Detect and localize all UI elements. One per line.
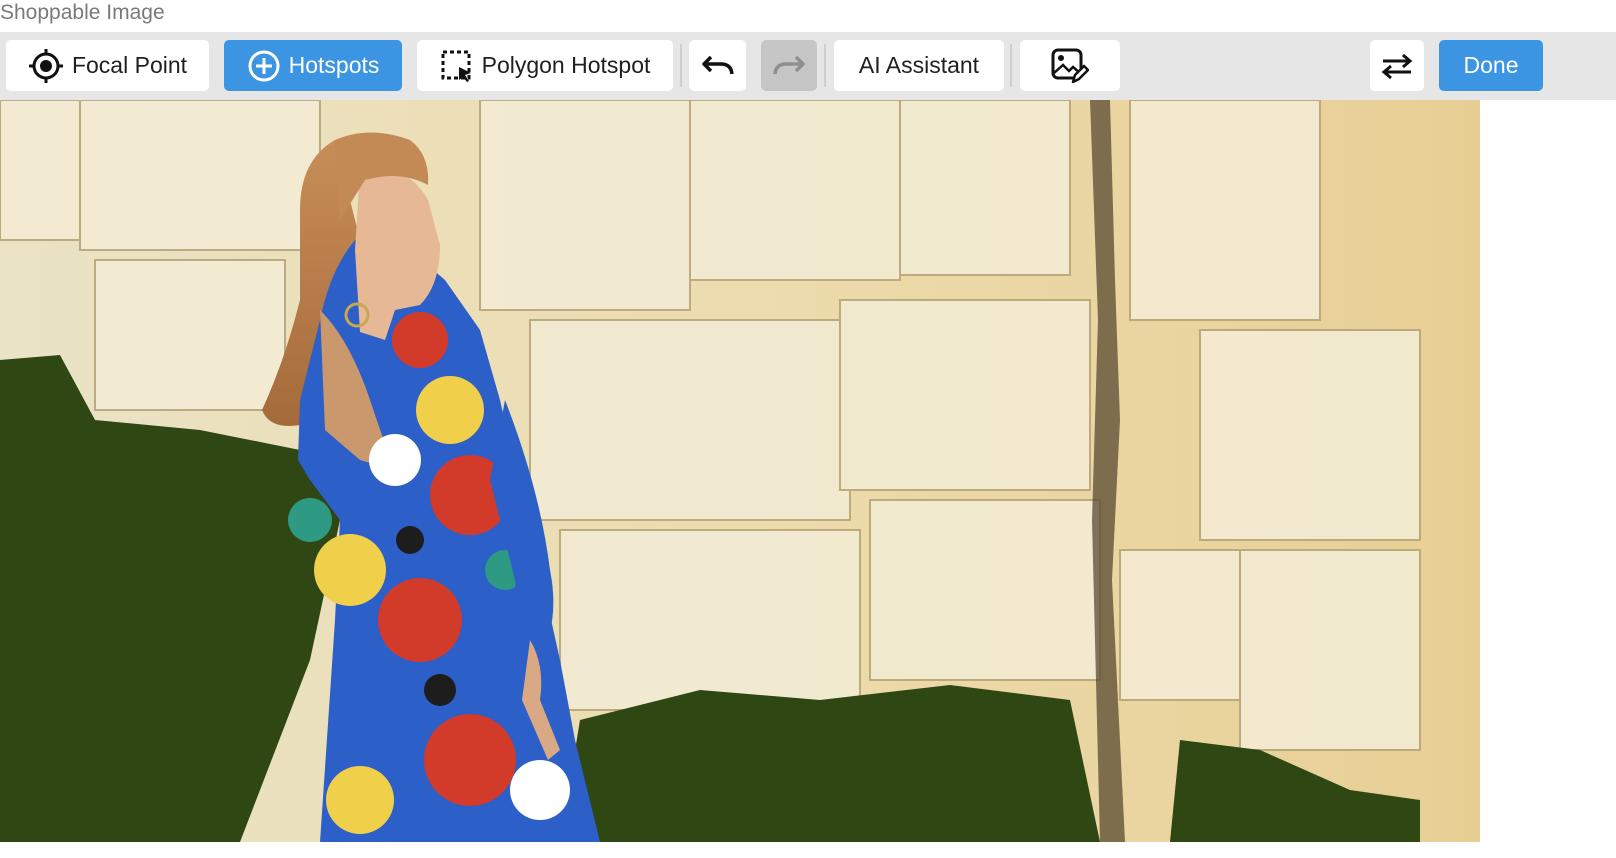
undo-button[interactable] [689,40,746,91]
focal-point-button[interactable]: Focal Point [6,40,209,91]
dashed-selection-icon [440,49,474,83]
toolbar-divider [824,44,826,87]
toolbar-divider [1010,44,1012,87]
image-edit-button[interactable] [1020,40,1120,91]
ai-assistant-label: AI Assistant [858,52,980,78]
undo-arrow-icon [701,54,735,78]
swap-arrows-icon [1381,52,1413,80]
hotspots-button[interactable]: Hotspots [224,40,402,91]
image-edit-icon [1051,47,1089,85]
shoppable-image-canvas[interactable] [0,100,1480,842]
plus-circle-icon [247,49,281,83]
done-button[interactable]: Done [1439,40,1543,91]
polygon-hotspot-label: Polygon Hotspot [481,52,651,78]
window-title: Shoppable Image [0,0,1616,32]
crosshair-target-icon [28,48,64,84]
focal-point-label: Focal Point [71,52,188,78]
model-photo [0,100,1480,842]
editor-toolbar: Focal Point Hotspots Polygon Hotspot AI … [0,32,1616,100]
ai-assistant-button[interactable]: AI Assistant [834,40,1004,91]
redo-button[interactable] [761,40,817,91]
swap-button[interactable] [1370,40,1424,91]
polygon-hotspot-button[interactable]: Polygon Hotspot [417,40,673,91]
toolbar-divider [680,44,682,87]
done-label: Done [1463,52,1519,78]
redo-arrow-icon [772,54,806,78]
hotspots-label: Hotspots [288,52,380,78]
